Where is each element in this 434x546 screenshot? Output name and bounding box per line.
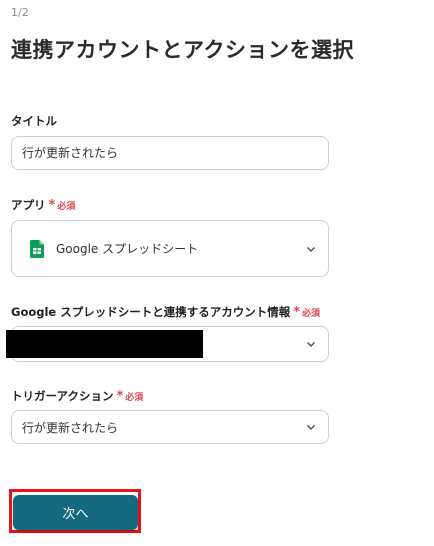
required-asterisk: * bbox=[48, 198, 56, 213]
required-badge: 必須 bbox=[302, 309, 321, 319]
chevron-down-icon bbox=[306, 341, 316, 348]
redacted-account-info bbox=[6, 330, 203, 358]
step-indicator: 1/2 bbox=[11, 6, 29, 19]
trigger-select-value: 行が更新されたら bbox=[22, 420, 119, 435]
title-label-text: タイトル bbox=[11, 114, 57, 128]
required-badge: 必須 bbox=[125, 393, 144, 403]
app-select-value: Google スプレッドシート bbox=[56, 242, 199, 256]
app-select[interactable]: Google スプレッドシート bbox=[11, 220, 329, 277]
title-input[interactable]: 行が更新されたら bbox=[11, 136, 329, 170]
page-title: 連携アカウントとアクションを選択 bbox=[11, 38, 354, 62]
app-field-label: アプリ * 必須 bbox=[11, 197, 75, 213]
account-label-text: Google スプレッドシートと連携するアカウント情報 bbox=[11, 305, 291, 319]
google-sheets-icon bbox=[30, 239, 44, 258]
required-asterisk: * bbox=[293, 305, 301, 320]
chevron-down-icon bbox=[306, 424, 316, 431]
next-button[interactable]: 次へ bbox=[13, 495, 138, 530]
trigger-field-label: トリガーアクション * 必須 bbox=[11, 388, 143, 404]
app-label-text: アプリ bbox=[11, 198, 46, 212]
chevron-down-icon bbox=[306, 246, 316, 252]
required-asterisk: * bbox=[116, 389, 124, 404]
title-field-label: タイトル bbox=[11, 113, 57, 129]
required-badge: 必須 bbox=[57, 202, 76, 212]
trigger-action-select[interactable]: 行が更新されたら bbox=[11, 410, 329, 444]
trigger-label-text: トリガーアクション bbox=[11, 389, 114, 403]
account-field-label: Google スプレッドシートと連携するアカウント情報 * 必須 bbox=[11, 304, 320, 320]
